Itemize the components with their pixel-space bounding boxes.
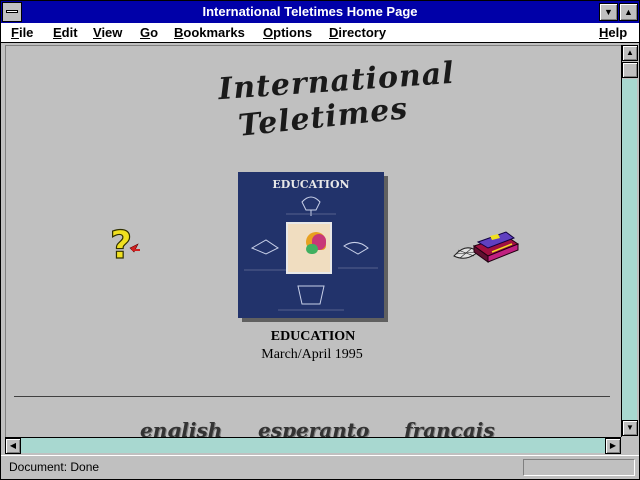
link-francais[interactable]: francais [404,418,495,437]
link-esperanto[interactable]: esperanto [258,418,369,437]
svg-text:?: ? [110,223,132,266]
menu-bar: File Edit View Go Bookmarks Options Dire… [1,23,639,43]
issue-title: EDUCATION [270,329,356,344]
window-title: International Teletimes Home Page [202,4,418,19]
help-question-icon[interactable]: ? [106,222,142,266]
menu-edit[interactable]: Edit [53,25,78,40]
maximize-button[interactable]: ▲ [619,3,638,21]
scroll-up-button[interactable]: ▲ [622,45,638,61]
scroll-right-button[interactable]: ▶ [605,438,621,454]
horizontal-scrollbar[interactable]: ◀ ▶ [5,437,621,454]
menu-go[interactable]: Go [140,25,158,40]
issue-date: March/April 1995 [261,347,363,362]
menu-help[interactable]: Help [599,25,627,40]
menu-options[interactable]: Options [263,25,312,40]
vertical-scroll-track[interactable] [622,79,637,421]
triangle-right-icon: ▶ [609,441,617,450]
minimize-button[interactable]: ▼ [599,3,618,21]
triangle-up-icon: ▲ [624,7,633,17]
triangle-left-icon: ◀ [9,441,17,450]
menu-bookmarks[interactable]: Bookmarks [174,25,245,40]
triangle-down-icon: ▼ [604,7,613,17]
system-menu-icon[interactable] [2,2,22,22]
status-bar: Document: Done [1,455,639,479]
menu-file[interactable]: File [11,25,33,40]
menu-directory[interactable]: Directory [329,25,386,40]
title-bar: International Teletimes Home Page ▼ ▲ [1,1,639,23]
link-english[interactable]: english [140,418,222,437]
triangle-down-icon: ▼ [626,423,634,432]
scroll-left-button[interactable]: ◀ [5,438,21,454]
page-content: International Teletimes ? EDUCATION EDUC… [5,45,621,437]
menu-view[interactable]: View [93,25,122,40]
magazine-cover-link[interactable]: EDUCATION [238,172,384,318]
scroll-down-button[interactable]: ▼ [622,420,638,436]
vertical-scrollbar[interactable]: ▲ ▼ [621,45,638,437]
vertical-scroll-thumb[interactable] [622,62,638,78]
status-text: Document: Done [9,460,100,474]
triangle-up-icon: ▲ [626,48,634,57]
browser-window: International Teletimes Home Page ▼ ▲ Fi… [0,0,640,480]
progress-well [523,459,635,476]
cover-illustration [244,196,378,311]
books-stack-icon[interactable] [452,222,522,268]
horizontal-scroll-track[interactable] [21,438,605,453]
horizontal-rule [14,396,610,397]
